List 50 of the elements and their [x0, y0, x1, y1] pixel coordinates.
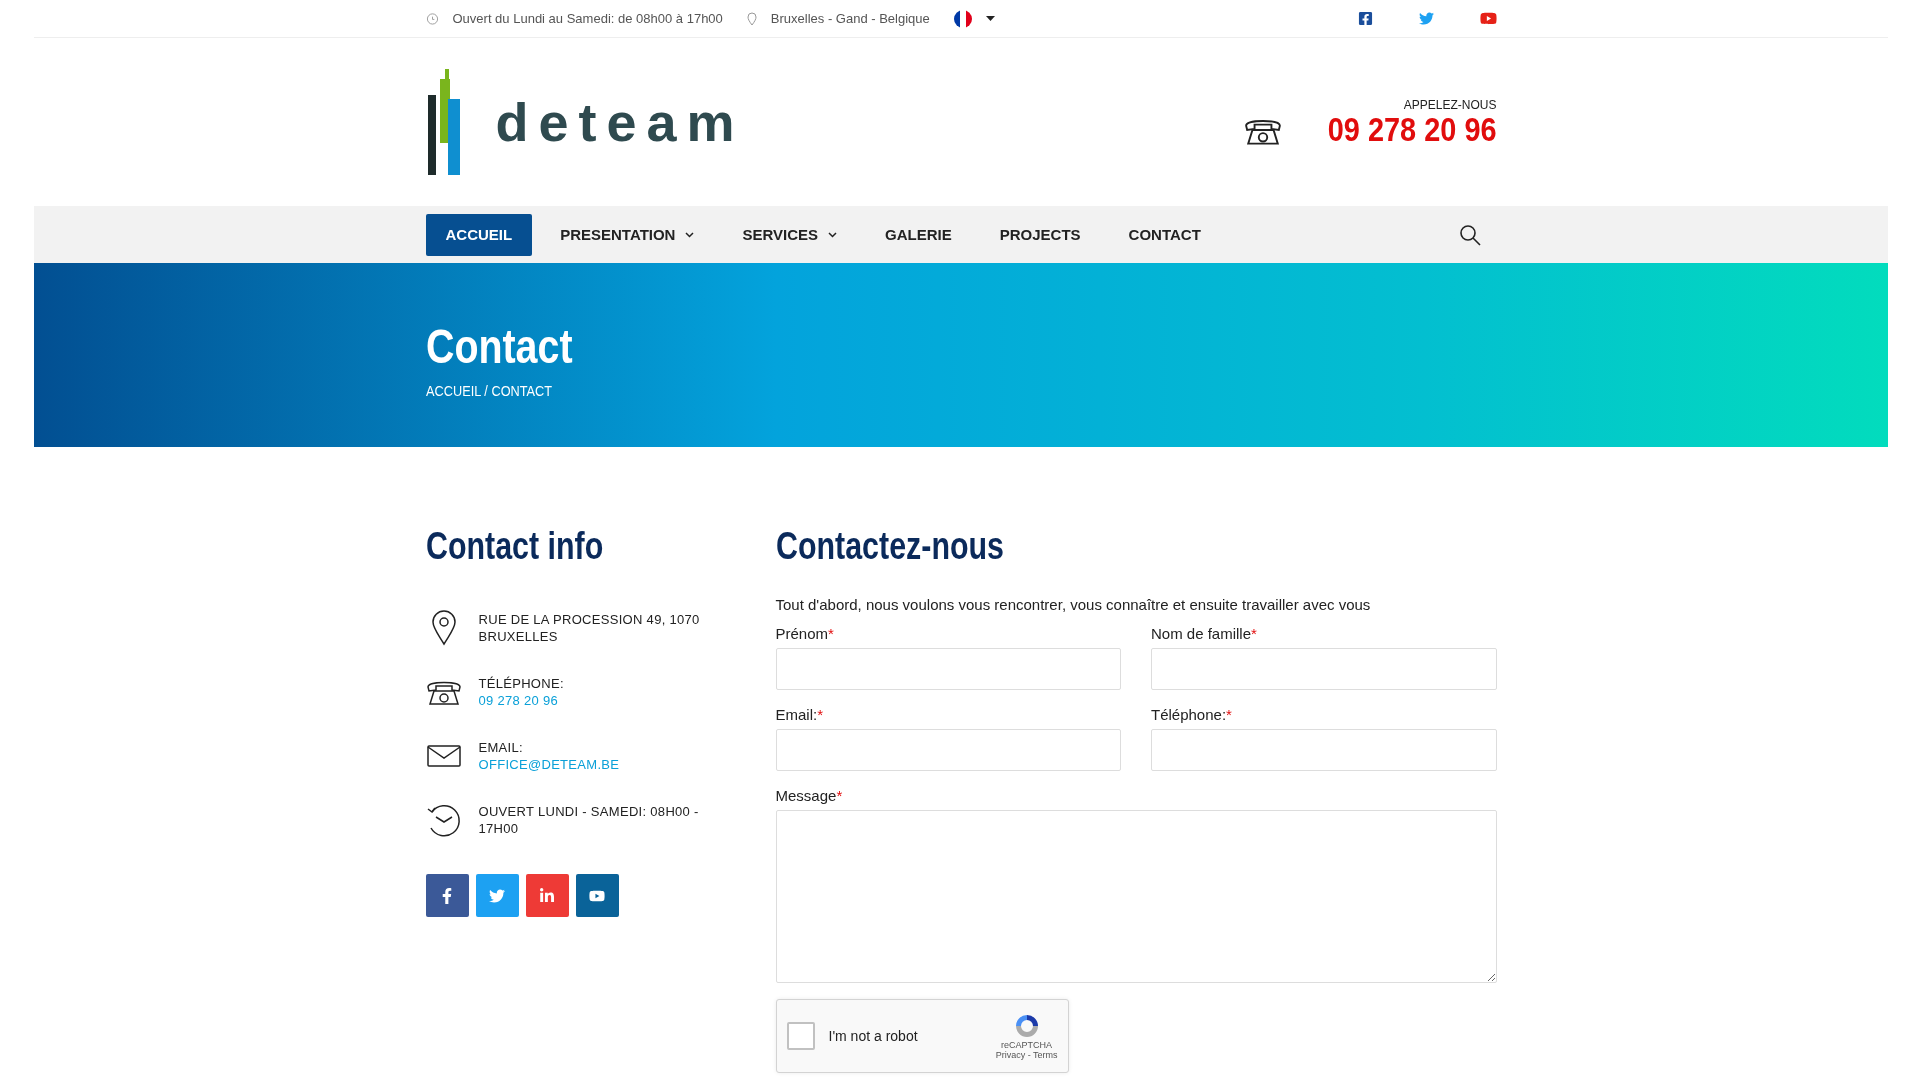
section-heading: Contact info — [425, 525, 603, 568]
input-field[interactable] — [1151, 729, 1497, 771]
field-label: Téléphone:* — [1151, 706, 1233, 723]
linkedin-button[interactable] — [525, 874, 569, 917]
opening-hours: Ouvert du Lundi au Samedi: de 08h00 à 17h00 — [452, 11, 723, 26]
input-field[interactable] — [1151, 648, 1497, 690]
section-heading: Contactez-nous — [775, 525, 1004, 568]
clock-icon — [426, 802, 462, 838]
captcha-checkbox[interactable] — [786, 1022, 815, 1050]
captcha-links[interactable]: Privacy - Terms — [995, 1050, 1058, 1060]
phone-number[interactable]: 09 278 20 96 — [1327, 112, 1497, 146]
facebook-icon[interactable] — [1357, 11, 1373, 26]
search-icon[interactable] — [1458, 223, 1481, 246]
nav-item[interactable]: GALERIE — [865, 213, 972, 256]
nav-item[interactable]: SERVICES — [722, 213, 858, 256]
breadcrumb[interactable]: ACCUEIL / CONTACT — [425, 382, 552, 399]
info-label: OUVERT LUNDI - SAMEDI: 08H00 - 17H00 — [478, 803, 700, 837]
field-label: Nom de famille* — [1151, 625, 1258, 642]
input-field[interactable] — [775, 729, 1121, 771]
caret-icon[interactable] — [985, 16, 995, 21]
nav-item[interactable]: PROJECTS — [979, 213, 1101, 256]
map-pin-icon — [746, 11, 757, 26]
input-field[interactable] — [775, 648, 1121, 690]
field-label: Message* — [775, 787, 844, 804]
intro-text: Tout d'abord, nous voulons vous rencontrer, vous connaître et ensuite travailler avec vous — [775, 596, 1372, 613]
logo-wordmark[interactable]: deteam — [495, 91, 745, 153]
info-label: RUE DE LA PROCESSION 49, 1070 BRUXELLES — [478, 611, 701, 645]
captcha-label: I'm not a robot — [828, 1028, 919, 1044]
youtube-button[interactable] — [575, 874, 619, 917]
facebook-button[interactable] — [425, 874, 469, 917]
twitter-icon[interactable] — [1418, 11, 1434, 26]
field-label: Prénom* — [775, 625, 835, 642]
message-field[interactable] — [775, 810, 1497, 983]
nav-item[interactable]: ACCUEIL — [425, 213, 533, 256]
map-pin-icon — [431, 610, 457, 646]
twitter-icon — [489, 887, 505, 904]
page-title: Contact — [425, 319, 572, 374]
field-label: Email:* — [775, 706, 825, 723]
clock-icon — [425, 12, 439, 25]
twitter-button[interactable] — [475, 874, 519, 917]
info-label: TÉLÉPHONE: — [478, 675, 565, 692]
call-label: APPELEZ-NOUS — [1403, 98, 1497, 112]
envelope-icon — [427, 745, 461, 767]
youtube-icon[interactable] — [1479, 10, 1497, 27]
captcha-brand: reCAPTCHA — [1001, 1040, 1053, 1050]
location-text: Bruxelles - Gand - Belgique — [770, 11, 930, 26]
nav-item[interactable]: CONTACT — [1108, 213, 1221, 256]
info-label: EMAIL: — [478, 739, 524, 756]
linkedin-icon — [539, 887, 555, 904]
nav-item[interactable]: PRESENTATION — [540, 213, 715, 256]
